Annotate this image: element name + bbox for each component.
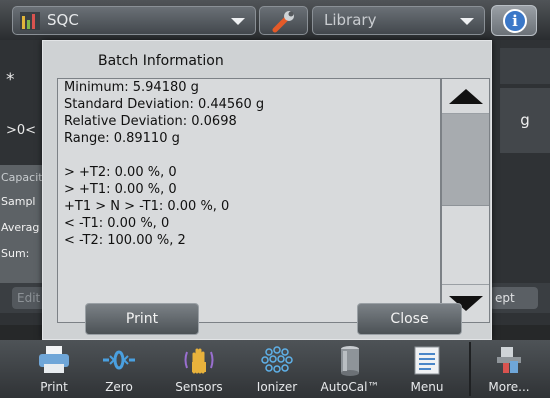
toolbar-autocal-label: AutoCal™ (320, 380, 380, 394)
toolbar-more-button[interactable]: More... (476, 340, 542, 398)
list-item: Range: 0.89110 g (64, 131, 180, 146)
bottom-toolbar: Print Zero Sensors Ionizer AutoCal™ Menu… (0, 340, 550, 398)
printer-icon (39, 346, 69, 373)
list-item (58, 147, 440, 164)
scroll-thumb[interactable] (442, 114, 489, 206)
toolbar-sensors-button[interactable]: Sensors (168, 340, 230, 398)
dialog-title: Batch Information (98, 53, 224, 69)
arrow-up-icon (449, 89, 483, 104)
more-icon (497, 347, 521, 373)
toolbar-more-label: More... (488, 380, 530, 394)
app-chart-icon (20, 12, 40, 30)
zero-icon (103, 350, 135, 370)
chevron-down-icon (231, 18, 245, 25)
info-button[interactable]: i (491, 5, 537, 36)
list-item: Minimum: 5.94180 g (64, 80, 199, 95)
list-item: +T1 > N > -T1: 0.00 %, 0 (64, 199, 230, 214)
toolbar-zero-label: Zero (105, 380, 133, 394)
background-label-samples: Sampl (1, 195, 36, 208)
top-bar: SQC Library i (0, 0, 550, 40)
toolbar-zero-button[interactable]: Zero (93, 340, 145, 398)
toolbar-print-button[interactable]: Print (28, 340, 80, 398)
toolbar-divider (469, 342, 471, 396)
list-item: < -T1: 0.00 %, 0 (64, 216, 170, 231)
background-label-sum: Sum: (1, 247, 30, 260)
toolbar-sensors-label: Sensors (175, 380, 223, 394)
app-selector-dropdown[interactable]: SQC (12, 6, 256, 35)
info-icon: i (503, 9, 527, 33)
batch-information-dialog: Batch Information Minimum: 5.94180 g Sta… (42, 40, 492, 340)
toolbar-menu-label: Menu (410, 380, 444, 394)
background-label-average: Averag (1, 221, 40, 234)
print-button[interactable]: Print (85, 303, 199, 335)
library-dropdown[interactable]: Library (312, 6, 485, 35)
toolbar-autocal-button[interactable]: AutoCal™ (317, 340, 383, 398)
toolbar-print-label: Print (40, 380, 68, 394)
list-item: > +T2: 0.00 %, 0 (64, 165, 177, 180)
background-label-capacity: Capacit (1, 171, 43, 184)
list-item: Standard Deviation: 0.44560 g (64, 97, 265, 112)
wrench-icon (272, 11, 294, 33)
close-button[interactable]: Close (357, 303, 462, 335)
settings-wrench-button[interactable] (259, 6, 308, 35)
unit-button[interactable]: g (500, 88, 550, 153)
hand-sensor-icon (184, 348, 214, 374)
app-name: SQC (47, 11, 79, 29)
menu-list-icon (414, 346, 440, 375)
background-right-top (500, 48, 550, 84)
library-label: Library (324, 11, 377, 29)
ionizer-icon (261, 346, 293, 373)
toolbar-ionizer-button[interactable]: Ionizer (248, 340, 306, 398)
scroll-up-button[interactable] (442, 79, 489, 114)
list-item: Relative Deviation: 0.0698 (64, 114, 237, 129)
toolbar-menu-button[interactable]: Menu (400, 340, 454, 398)
batch-info-list[interactable]: Minimum: 5.94180 g Standard Deviation: 0… (57, 78, 441, 323)
list-item: < -T2: 100.00 %, 2 (64, 233, 186, 248)
autocal-weight-icon (341, 346, 359, 376)
accept-button-obscured[interactable]: ept (490, 287, 538, 309)
chevron-down-icon (460, 18, 474, 25)
list-item: > +T1: 0.00 %, 0 (64, 182, 177, 197)
toolbar-ionizer-label: Ionizer (256, 380, 298, 394)
scrollbar[interactable] (441, 78, 490, 323)
